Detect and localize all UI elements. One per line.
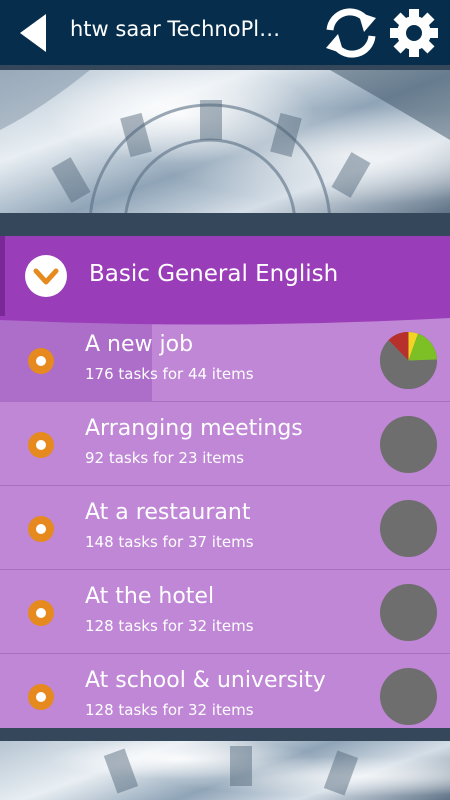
progress-pie-icon (380, 500, 437, 557)
bullet-dot-icon (28, 348, 54, 374)
item-title: Arranging meetings (85, 416, 303, 441)
item-title: At school & university (85, 668, 326, 693)
list-item[interactable]: At the hotel 128 tasks for 32 items (0, 570, 450, 654)
back-arrow-icon[interactable] (18, 14, 48, 52)
progress-pie-icon (380, 668, 437, 725)
list-item[interactable]: At a restaurant 148 tasks for 37 items (0, 486, 450, 570)
app-header: htw saar TechnoPl… (0, 0, 450, 65)
bullet-dot-icon (28, 516, 54, 542)
course-header[interactable]: Basic General English (0, 236, 450, 316)
bullet-dot-icon (28, 432, 54, 458)
gear-banner-image-bottom (0, 741, 450, 800)
item-subtitle: 176 tasks for 44 items (85, 365, 254, 383)
list-item[interactable]: Arranging meetings 92 tasks for 23 items (0, 402, 450, 486)
page-title: htw saar TechnoPl… (70, 17, 281, 41)
row-highlight (0, 318, 152, 401)
course-header-wave (0, 316, 450, 325)
sync-icon[interactable] (322, 8, 380, 58)
item-subtitle: 128 tasks for 32 items (85, 617, 254, 635)
gear-banner-image (0, 70, 450, 213)
progress-pie-icon (380, 584, 437, 641)
list-item[interactable]: A new job 176 tasks for 44 items (0, 318, 450, 402)
item-title: A new job (85, 332, 194, 357)
chevron-down-icon[interactable] (25, 255, 67, 297)
item-subtitle: 148 tasks for 37 items (85, 533, 254, 551)
item-subtitle: 92 tasks for 23 items (85, 449, 244, 467)
progress-pie-icon (380, 332, 437, 389)
item-subtitle: 128 tasks for 32 items (85, 701, 254, 719)
section-divider (0, 213, 450, 236)
list-item[interactable]: At school & university 128 tasks for 32 … (0, 654, 450, 738)
item-title: At the hotel (85, 584, 215, 609)
bullet-dot-icon (28, 600, 54, 626)
course-title: Basic General English (89, 261, 339, 287)
bullet-dot-icon (28, 684, 54, 710)
footer-divider (0, 728, 450, 741)
lesson-list: A new job 176 tasks for 44 items Arrangi… (0, 318, 450, 728)
gear-icon[interactable] (389, 8, 439, 58)
item-title: At a restaurant (85, 500, 251, 525)
progress-pie-icon (380, 416, 437, 473)
